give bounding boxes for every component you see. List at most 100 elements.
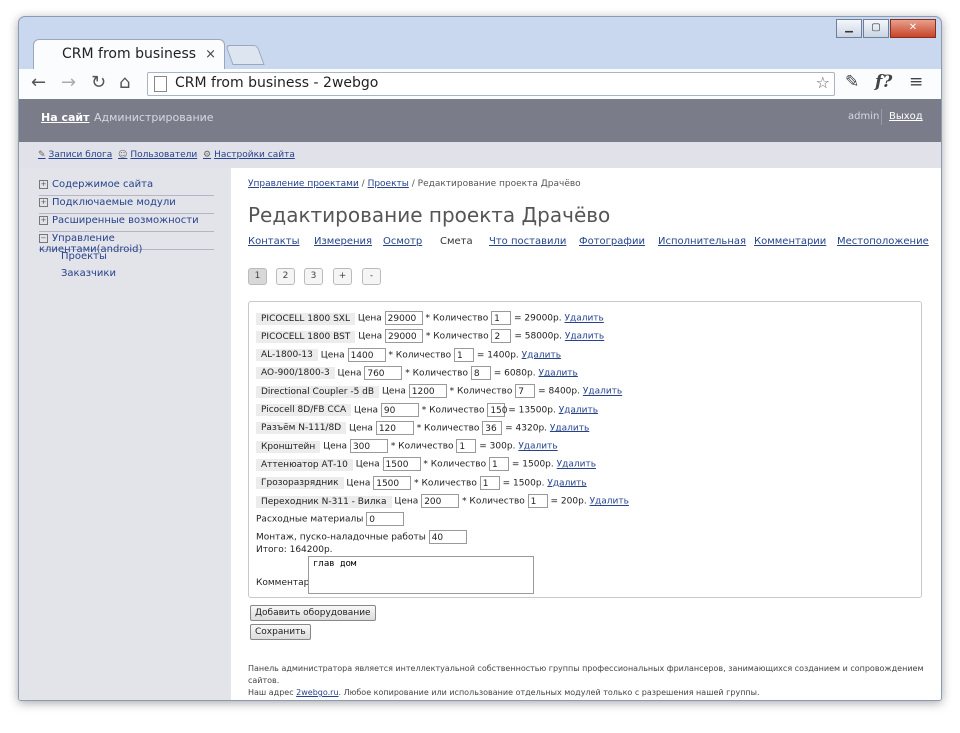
delete-link[interactable]: Удалить (550, 423, 589, 433)
minimize-icon[interactable]: ▁ (836, 19, 862, 38)
price-input[interactable]: 90 (380, 402, 419, 417)
extension-f-icon[interactable]: f? (875, 72, 892, 92)
price-input[interactable]: 1200 (408, 384, 447, 399)
price-label: Цена (320, 350, 345, 361)
new-tab-button[interactable] (225, 45, 265, 65)
delete-link[interactable]: Удалить (559, 405, 598, 415)
save-button[interactable]: Сохранить (250, 624, 311, 640)
sidebar-item-modules[interactable]: + Подключаемые модули (39, 197, 214, 214)
collapse-icon[interactable]: − (39, 234, 48, 243)
qty-input[interactable]: 36 (482, 420, 503, 435)
delete-link[interactable]: Удалить (564, 314, 603, 324)
price-input[interactable]: 29000 (384, 311, 423, 325)
site-settings-link[interactable]: ⚙ Настройки сайта (203, 150, 295, 160)
qty-input[interactable]: 1 (489, 457, 509, 472)
page-3-button[interactable]: 3 (304, 268, 323, 285)
sidebar-subitem-projects[interactable]: Проекты (61, 251, 107, 262)
sidebar-item-label: Содержимое сайта (52, 179, 154, 190)
tab-location[interactable]: Местоположение (837, 236, 929, 247)
page-2-button[interactable]: 2 (276, 268, 295, 285)
price-input[interactable]: 1500 (382, 457, 421, 472)
footer-link[interactable]: 2webgo.ru (296, 688, 338, 697)
menu-icon[interactable]: ≡ (909, 72, 923, 92)
back-icon[interactable]: ← (31, 72, 46, 93)
forward-icon[interactable]: → (61, 72, 76, 93)
delete-link[interactable]: Удалить (557, 460, 596, 470)
consumables-label: Расходные материалы (256, 514, 364, 525)
qty-input[interactable]: 2 (491, 329, 512, 344)
delete-link[interactable]: Удалить (590, 497, 629, 507)
price-input[interactable]: 1500 (373, 475, 412, 490)
close-window-icon[interactable]: ✕ (890, 19, 936, 38)
footer-line1: Панель администратора является интеллект… (248, 664, 924, 685)
consumables-input[interactable]: 0 (366, 512, 405, 526)
expand-icon[interactable]: + (39, 198, 48, 207)
delete-link[interactable]: Удалить (518, 442, 557, 452)
browser-tab[interactable]: CRM from business × (33, 39, 225, 70)
qty-input[interactable]: 150 (487, 402, 508, 417)
users-link[interactable]: ☺ Пользователи (118, 150, 197, 160)
username: admin (848, 111, 880, 122)
qty-input[interactable]: 7 (515, 384, 536, 399)
sidebar-subitem-customers[interactable]: Заказчики (61, 268, 116, 279)
delete-link[interactable]: Удалить (522, 350, 561, 360)
tab-executive[interactable]: Исполнительная (658, 236, 746, 247)
price-input[interactable]: 1400 (347, 347, 386, 362)
delete-link[interactable]: Удалить (583, 387, 622, 397)
sub-toolbar: ✎ Записи блога ☺ Пользователи ⚙ Настройки с… (19, 142, 941, 168)
price-input[interactable]: 120 (375, 420, 414, 435)
site-link[interactable]: На сайт (41, 111, 90, 124)
estimate-row: PICOCELL 1800 SXL Цена 29000 * Количеств… (256, 311, 604, 326)
admin-bar: На сайт Администрирование admin Выход (19, 99, 941, 142)
blog-posts-link[interactable]: ✎ Записи блога (38, 150, 112, 160)
add-page-button[interactable]: + (333, 268, 352, 285)
qty-input[interactable]: 1 (491, 311, 512, 325)
delete-link[interactable]: Удалить (565, 332, 604, 342)
qty-input[interactable]: 1 (479, 475, 500, 490)
sidebar-item-advanced[interactable]: + Расширенные возможности (39, 215, 214, 232)
page-1-button[interactable]: 1 (248, 268, 267, 285)
add-equipment-button[interactable]: Добавить оборудование (250, 605, 376, 621)
sidebar-item-label: Подключаемые модули (52, 197, 176, 208)
sidebar-item-clients[interactable]: − Управление клиентами(android) (39, 233, 214, 255)
extension-icon[interactable]: ✎ (845, 72, 859, 92)
tab-inspection[interactable]: Осмотр (383, 236, 422, 247)
estimate-row: PICOCELL 1800 BST Цена 29000 * Количеств… (256, 329, 604, 344)
remove-page-button[interactable]: - (362, 268, 381, 285)
qty-input[interactable]: 8 (470, 365, 491, 380)
price-input[interactable]: 760 (364, 365, 403, 380)
price-input[interactable]: 300 (349, 439, 388, 454)
expand-icon[interactable]: + (39, 216, 48, 225)
sidebar-item-content[interactable]: + Содержимое сайта (39, 179, 214, 196)
item-name: Аттенюатор АТ-10 (256, 458, 353, 471)
delete-link[interactable]: Удалить (538, 368, 577, 378)
address-bar[interactable]: CRM from business - 2webgo ☆ (147, 72, 835, 96)
admin-link[interactable]: Администрирование (94, 111, 214, 124)
qty-input[interactable]: 1 (527, 494, 548, 508)
reload-icon[interactable]: ↻ (91, 72, 106, 93)
tab-contacts[interactable]: Контакты (248, 236, 299, 247)
item-name: Кронштейн (256, 440, 321, 453)
tab-delivered[interactable]: Что поставили (489, 236, 566, 247)
delete-link[interactable]: Удалить (547, 478, 586, 488)
comment-field[interactable] (308, 556, 534, 594)
tab-close-icon[interactable]: × (205, 47, 216, 62)
tab-comments[interactable]: Комментарии (754, 236, 826, 247)
expand-icon[interactable]: + (39, 180, 48, 189)
maximize-icon[interactable]: ▢ (863, 19, 889, 38)
tab-photos[interactable]: Фотографии (579, 236, 645, 247)
bookmark-star-icon[interactable]: ☆ (816, 73, 830, 92)
breadcrumb-projects[interactable]: Проекты (368, 179, 409, 189)
row-sum: = 8400р. (538, 386, 580, 397)
home-icon[interactable]: ⌂ (119, 72, 130, 93)
price-input[interactable]: 29000 (385, 329, 423, 344)
tab-measurements[interactable]: Измерения (314, 236, 372, 247)
breadcrumb-projects-management[interactable]: Управление проектами (248, 179, 359, 189)
qty-input[interactable]: 1 (456, 439, 477, 454)
installation-input[interactable]: 40 (428, 530, 467, 544)
price-input[interactable]: 200 (421, 494, 460, 508)
breadcrumb-current: Редактирование проекта Драчёво (417, 179, 581, 189)
logout-link[interactable]: Выход (889, 111, 923, 122)
tab-estimate[interactable]: Смета (440, 236, 473, 247)
qty-input[interactable]: 1 (454, 347, 475, 362)
